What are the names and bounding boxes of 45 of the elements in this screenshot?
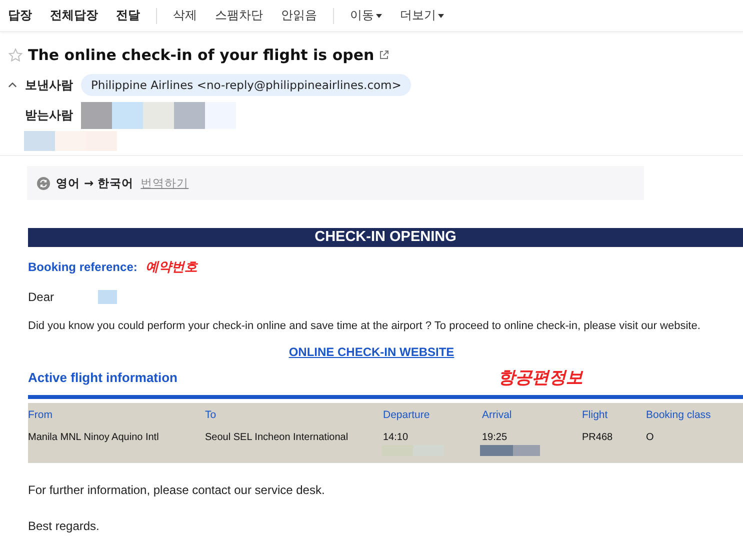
greeting-text: Dear [28, 290, 54, 304]
toolbar-button[interactable]: 전달 [110, 5, 146, 26]
toolbar-button[interactable]: 전체답장 [44, 5, 104, 26]
table-cell-text: Seoul SEL Incheon International [205, 432, 350, 443]
sender-label: 보낸사람 [25, 76, 73, 94]
section-heading: Active flight information [28, 370, 178, 384]
table-cell-text: 19:25 [482, 432, 508, 443]
toolbar-button[interactable]: 답장 [2, 5, 38, 26]
closing-text: Best regards. [28, 519, 100, 533]
sender-chip[interactable]: Philippine Airlines <no-reply@philippineairlines.com> [81, 74, 412, 96]
banner-heading: CHECK-IN OPENING [28, 228, 743, 247]
star-icon[interactable] [8, 48, 23, 62]
handwritten-note: 예약번호 [145, 259, 198, 276]
redacted-date [480, 445, 540, 456]
external-link-icon[interactable] [379, 50, 390, 60]
column-header: Flight [582, 409, 609, 421]
toolbar-button[interactable]: 삭제 [167, 5, 203, 26]
caret-icon [438, 14, 444, 18]
intro-paragraph: Did you know you could perform your check-in online and save time at the airport ? To proceed to online check-in, please visit our website. [28, 320, 702, 332]
recipients-label: 받는사람 [25, 107, 73, 124]
toolbar-button[interactable]: 안읽음 [275, 5, 323, 26]
arrow-text: → [84, 176, 94, 190]
column-header: Arrival [482, 409, 513, 421]
footer-text: For further information, please contact our service desk. [28, 483, 326, 497]
toolbar-button[interactable]: 이동 [344, 5, 388, 26]
table-cell-text: 14:10 [383, 432, 410, 443]
column-header: To [205, 409, 218, 421]
column-header: Booking class [646, 409, 712, 421]
column-header: Departure [383, 409, 431, 421]
check-in-link[interactable]: ONLINE CHECK-IN WEBSITE [288, 345, 454, 359]
table-cell-text: O [646, 432, 655, 443]
collapse-icon[interactable] [8, 82, 17, 88]
target-language: 한국어 [98, 176, 134, 190]
toolbar-button[interactable]: 스팸차단 [209, 5, 269, 26]
booking-label: Booking reference: [28, 260, 138, 274]
column-header: From [28, 409, 54, 421]
handwritten-note: 항공편정보 [498, 366, 583, 388]
email-subject: The online check-in of your flight is open [28, 46, 374, 64]
toolbar-button[interactable]: 더보기 [394, 5, 450, 26]
translate-icon[interactable] [37, 176, 50, 190]
caret-icon [376, 14, 382, 18]
table-cell-text: PR468 [582, 432, 614, 443]
table-cell-text: Manila MNL Ninoy Aquino Intl [28, 432, 160, 443]
source-language: 영어 [56, 176, 80, 190]
redacted-name [98, 290, 118, 304]
